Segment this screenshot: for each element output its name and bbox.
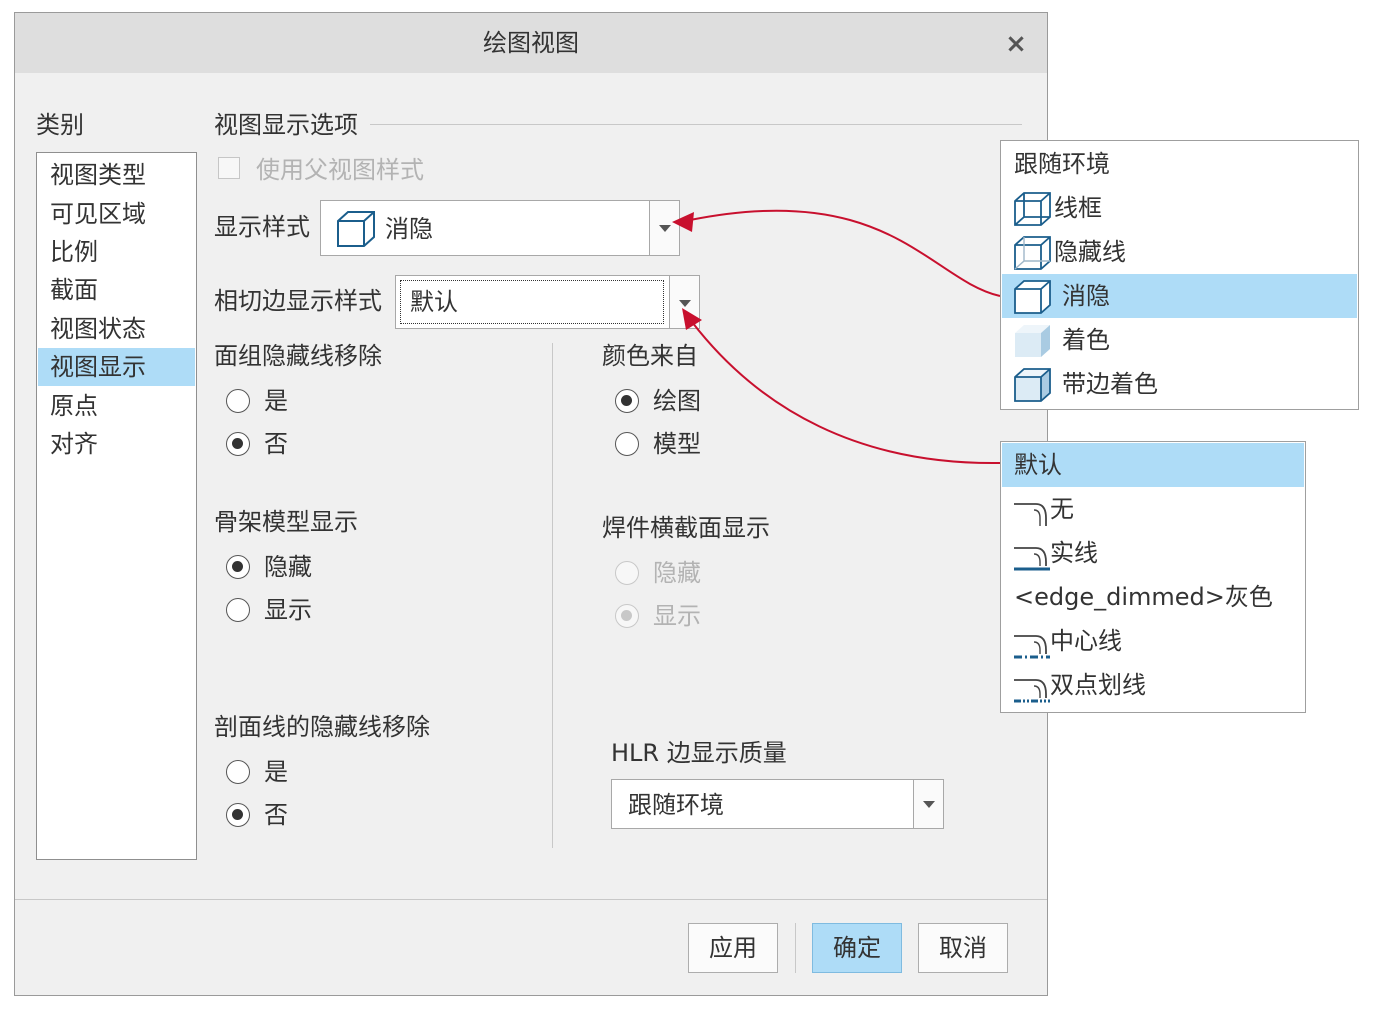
arrowhead-display-style bbox=[672, 212, 694, 232]
display-style-option-wireframe[interactable]: 线框 bbox=[1002, 186, 1357, 230]
wireframe-cube-icon bbox=[1014, 192, 1051, 226]
no-hidden-cube-icon bbox=[1014, 280, 1051, 314]
tangent-none-icon bbox=[1014, 503, 1047, 526]
arrow-to-display-style bbox=[689, 209, 1001, 297]
shaded-cube-icon bbox=[1015, 325, 1050, 357]
display-style-option-shaded[interactable]: 着色 bbox=[1002, 318, 1357, 362]
display-style-option-no-hidden[interactable]: 消隐 bbox=[1002, 274, 1357, 318]
display-style-option-env[interactable]: 跟随环境 bbox=[1002, 142, 1357, 186]
option-label: <edge_dimmed>灰色 bbox=[1014, 583, 1273, 611]
tangent-centerline-icon bbox=[1014, 635, 1050, 659]
display-style-option-shaded-edges[interactable]: 带边着色 bbox=[1002, 362, 1357, 406]
option-label: 默认 bbox=[1014, 451, 1062, 479]
option-label: 实线 bbox=[1050, 539, 1098, 567]
option-label: 中心线 bbox=[1050, 627, 1122, 655]
option-label: 带边着色 bbox=[1062, 370, 1158, 398]
shaded-edges-cube-icon bbox=[1014, 368, 1051, 402]
tangent-option-dimmed[interactable]: <edge_dimmed>灰色 bbox=[1002, 575, 1304, 619]
display-style-option-hidden-line[interactable]: 隐藏线 bbox=[1002, 230, 1357, 274]
hidden-line-cube-icon bbox=[1014, 236, 1051, 270]
option-label: 跟随环境 bbox=[1014, 150, 1110, 178]
option-label: 双点划线 bbox=[1050, 671, 1146, 699]
tangent-option-default[interactable]: 默认 bbox=[1002, 443, 1304, 487]
tangent-solid-icon bbox=[1014, 547, 1050, 571]
option-label: 线框 bbox=[1054, 194, 1102, 222]
option-label: 隐藏线 bbox=[1054, 238, 1126, 266]
tangent-option-none[interactable]: 无 bbox=[1002, 487, 1304, 531]
tangent-edge-popup: 默认 无 实线 <edge_dimmed>灰色 中心线 双点划线 bbox=[1000, 441, 1306, 713]
tangent-option-phantom[interactable]: 双点划线 bbox=[1002, 663, 1304, 707]
option-label: 消隐 bbox=[1062, 282, 1110, 310]
tangent-option-solid[interactable]: 实线 bbox=[1002, 531, 1304, 575]
option-label: 着色 bbox=[1062, 326, 1110, 354]
option-label: 无 bbox=[1050, 495, 1074, 523]
display-style-popup: 跟随环境 线框 隐藏线 消隐 着色 带边着色 bbox=[1000, 140, 1359, 410]
arrowhead-tangent-edge bbox=[682, 308, 702, 330]
tangent-option-centerline[interactable]: 中心线 bbox=[1002, 619, 1304, 663]
arrow-to-tangent-edge bbox=[691, 321, 1001, 465]
tangent-phantom-icon bbox=[1014, 679, 1050, 703]
